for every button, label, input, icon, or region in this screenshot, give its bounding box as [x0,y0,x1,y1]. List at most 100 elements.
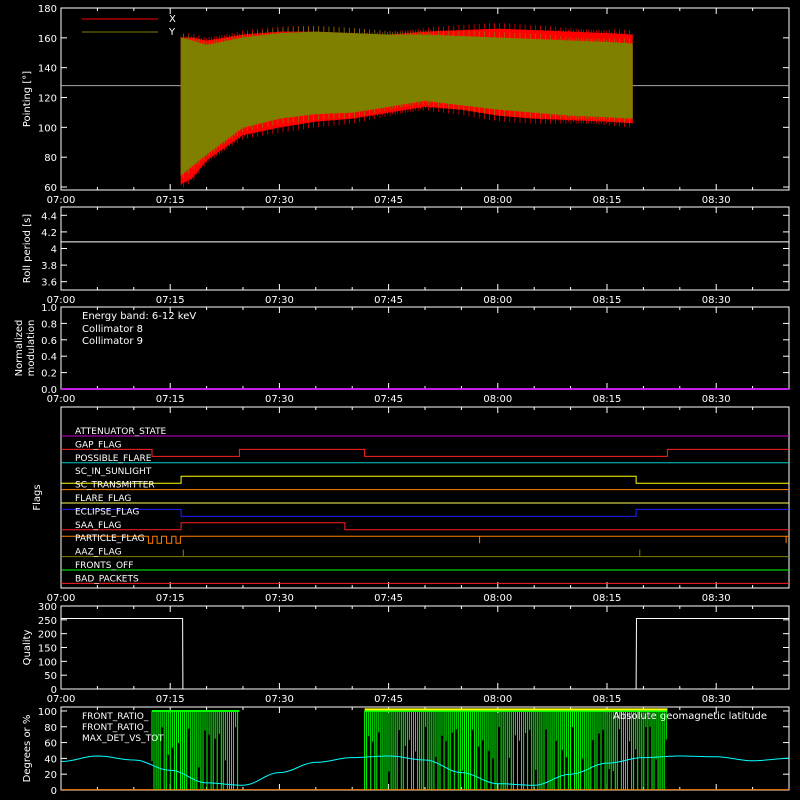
y-tick-label: 160 [38,34,57,45]
ratio-legend-0: FRONT_RATIO_ [82,712,149,722]
flag-label-eclipse-flag: ECLIPSE_FLAG [75,507,139,517]
flag-label-aaz-flag: AAZ_FLAG [75,548,122,558]
x-tick-label: 07:45 [374,195,403,206]
x-tick-label: 07:45 [374,394,403,405]
x-tick-label: 07:15 [156,694,185,705]
y-tick-label: 20 [44,770,57,781]
y-axis-label: Normalized [14,320,25,377]
x-tick-label: 07:45 [374,295,403,306]
legend-label-y: Y [168,27,176,38]
y-tick-label: 60 [44,739,57,750]
x-tick-label: 08:00 [483,195,512,206]
ratio-legend-1: FRONT_RATIO_ [82,723,149,733]
ratio-legend-2: MAX_DET_VS_TOT [82,734,164,744]
quality-line [61,618,789,690]
x-tick-label: 07:15 [156,295,185,306]
panel-modulation: 07:00 07:15 07:30 07:45 08:00 08:15 08:300.00.… [14,303,790,405]
x-tick-label: 08:30 [702,694,731,705]
x-tick-label: 08:30 [702,593,731,604]
x-tick-label: 07:15 [156,394,185,405]
x-tick-label: 07:45 [374,694,403,705]
y-tick-label: 300 [38,602,57,613]
flag-label-particle-flag: PARTICLE_FLAG [75,534,145,544]
y-tick-label: 100 [38,707,57,718]
y-tick-label: 3.8 [41,261,57,272]
y-tick-label: 0.4 [41,352,57,363]
y-tick-label: 0.0 [41,385,57,396]
x-tick-label: 07:30 [265,593,294,604]
x-tick-label: 08:15 [593,295,622,306]
x-tick-label: 07:00 [47,195,76,206]
energy-band-label: Energy band: 6-12 keV [82,311,196,322]
pointing-series-y-envelope [180,31,633,176]
x-tick-label: 07:30 [265,195,294,206]
panel-frame [60,206,790,291]
y-tick-label: 180 [38,4,57,15]
flag-line-particle-flag [61,535,789,544]
y-axis-label: Quality [22,630,33,666]
y-tick-label: 250 [38,616,57,627]
panel-ratios: 0 20 40 60 80 100 Degrees or % FRONT_RATIO_FRON… [22,706,790,797]
x-tick-label: 07:30 [265,295,294,306]
y-tick-label: 120 [38,94,57,105]
front-ratio-bursts [151,711,239,790]
flag-label-saa-flag: SAA_FLAG [75,521,121,531]
y-tick-label: 140 [38,64,57,75]
flag-label-sc-in-sunlight: SC_IN_SUNLIGHT [75,467,152,477]
y-tick-label: 200 [38,630,57,641]
flag-label-attenuator-state: ATTENUATOR_STATE [75,427,167,437]
x-tick-label: 07:15 [156,195,185,206]
x-tick-label: 08:30 [702,394,731,405]
legend-collimator-8: Collimator 8 [82,324,143,335]
flag-label-fronts-off: FRONTS_OFF [75,561,133,571]
x-tick-label: 08:15 [593,195,622,206]
y-tick-label: 4.2 [41,228,57,239]
y-tick-label: 100 [38,657,57,668]
panel-flags: 07:00 07:15 07:30 07:45 08:00 08:15 08:30Flags… [32,406,790,604]
y-tick-label: 150 [38,644,57,655]
flag-line-sc-in-sunlight [61,475,789,484]
flag-line-saa-flag [61,522,789,531]
x-tick-label: 07:15 [156,593,185,604]
y-tick-label: 60 [44,183,57,194]
flag-label-gap-flag: GAP_FLAG [75,440,121,450]
x-tick-label: 08:15 [593,394,622,405]
front-ratio-bursts [364,711,667,790]
x-tick-label: 07:45 [374,593,403,604]
y-tick-label: 0.8 [41,319,57,330]
x-tick-label: 08:30 [702,295,731,306]
figure: 07:00 07:15 07:30 07:45 08:00 08:15 08:30 60 80 1… [14,4,790,797]
y-axis-label: Degrees or % [22,715,33,783]
legend-label-x: X [169,14,176,25]
y-axis-label: modulation [26,320,37,377]
flag-line-eclipse-flag [61,508,789,517]
x-tick-label: 07:30 [265,394,294,405]
y-tick-label: 100 [38,123,57,134]
x-tick-label: 08:00 [483,694,512,705]
flag-label-flare-flag: FLARE_FLAG [75,494,131,504]
x-tick-label: 08:00 [483,593,512,604]
y-tick-label: 80 [44,153,57,164]
x-tick-label: 08:30 [702,195,731,206]
y-tick-label: 4.4 [41,211,57,222]
x-tick-label: 08:00 [483,295,512,306]
flag-line-gap-flag [61,448,789,457]
y-tick-label: 1.0 [41,303,57,314]
y-tick-label: 0 [51,786,57,797]
legend-collimator-9: Collimator 9 [82,336,143,347]
panel-pointing: 07:00 07:15 07:30 07:45 08:00 08:15 08:30 60 80 1… [22,4,790,206]
y-tick-label: 4 [51,245,57,256]
flag-label-bad-packets: BAD_PACKETS [75,574,139,584]
x-tick-label: 08:15 [593,694,622,705]
y-tick-label: 3.6 [41,278,57,289]
panel-roll: 07:00 07:15 07:30 07:45 08:00 08:15 08:303.63.… [22,206,790,306]
geomagnetic-latitude-label: Absolute geomagnetic latitude [613,711,767,722]
y-tick-label: 0.2 [41,369,57,380]
panel-quality: 07:00 07:15 07:30 07:45 08:00 08:15 08:3005010… [22,602,790,705]
y-axis-label: Pointing [°] [22,71,33,127]
y-tick-label: 40 [44,754,57,765]
y-tick-label: 80 [44,723,57,734]
x-tick-label: 07:30 [265,694,294,705]
flag-label-sc-transmitter: SC_TRANSMITTER [75,481,155,491]
y-tick-label: 0.6 [41,336,57,347]
